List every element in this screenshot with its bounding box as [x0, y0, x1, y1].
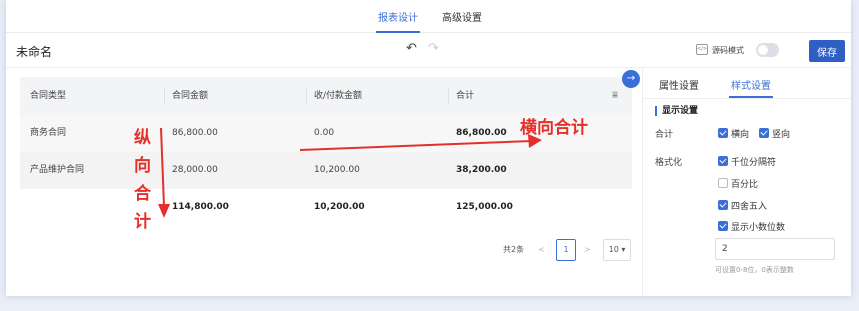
annotation-char: 计: [134, 212, 151, 232]
horizontal-arrow-line: [299, 140, 533, 151]
report-designer-window: 报表设计 高级设置 未命名 ↶ ↷ </> 源码模式 保存 合同类型 合同金额 …: [6, 0, 851, 296]
annotation-char: 向: [134, 156, 151, 176]
vertical-arrow-head: [158, 204, 170, 218]
annotation-char: 合: [134, 184, 151, 204]
vertical-total-annotation: 纵 向 合 计: [134, 124, 158, 236]
vertical-arrow-line: [160, 127, 165, 207]
annotation-char: 纵: [134, 128, 151, 148]
annotation-arrows: [158, 127, 542, 218]
horizontal-total-annotation: 横向合计: [520, 118, 588, 138]
